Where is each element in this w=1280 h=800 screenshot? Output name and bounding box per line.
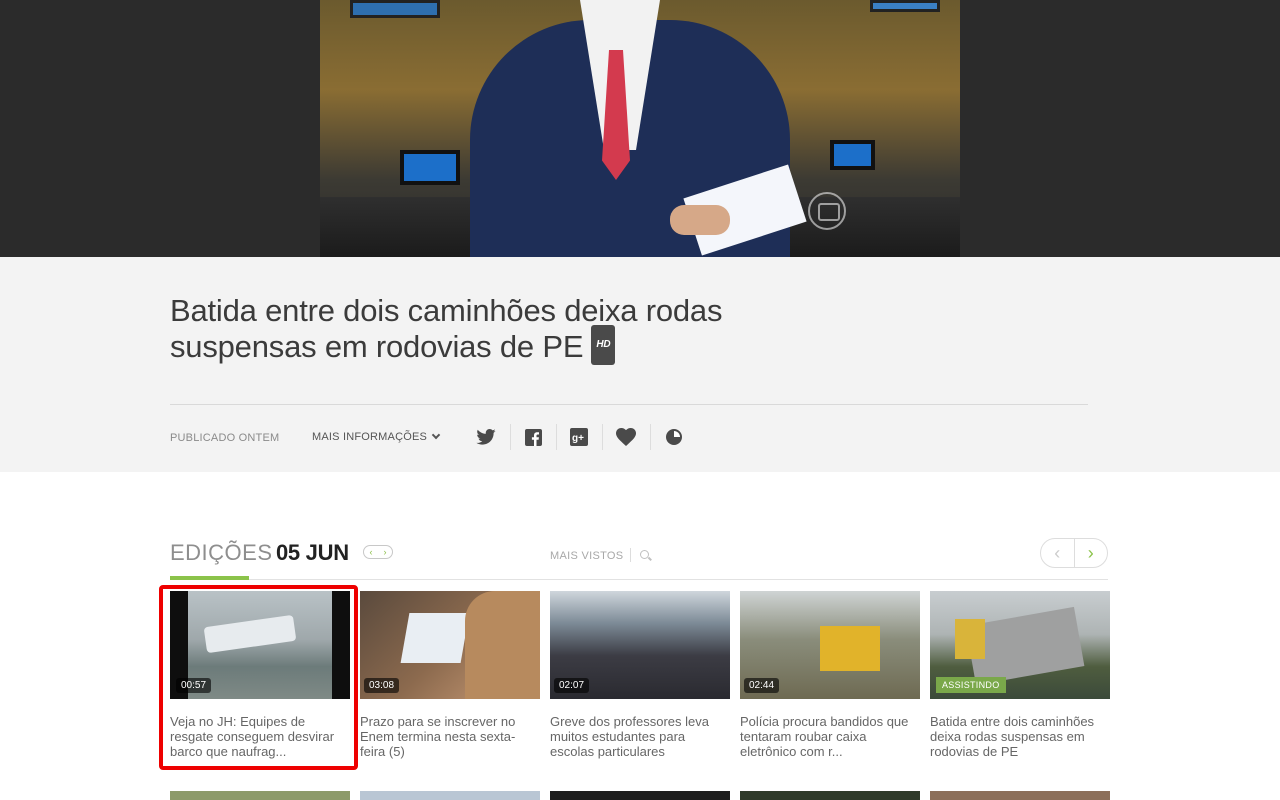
- globo-watermark-icon: [808, 192, 846, 230]
- date-pager[interactable]: ‹ ›: [363, 545, 393, 559]
- video-thumbnail: 02:44: [740, 591, 920, 699]
- video-thumbnail: 02:07: [550, 591, 730, 699]
- twitter-share-button[interactable]: [472, 422, 500, 452]
- carousel-nav: ‹ ›: [1040, 538, 1108, 568]
- chevron-down-icon: [431, 430, 441, 440]
- chevron-right-icon[interactable]: ›: [384, 547, 387, 557]
- video-thumbnail[interactable]: [740, 791, 920, 800]
- watching-badge: ASSISTINDO: [936, 677, 1006, 693]
- divider: [510, 424, 511, 450]
- video-card-title: Batida entre dois caminhões deixa rodas …: [930, 714, 1095, 759]
- favorite-button[interactable]: [612, 422, 640, 452]
- watch-later-button[interactable]: [660, 422, 688, 452]
- divider: [170, 579, 1108, 580]
- video-card-title: Polícia procura bandidos que tentaram ro…: [740, 714, 909, 759]
- background-screen: [870, 0, 940, 12]
- video-card[interactable]: 03:08 Prazo para se inscrever no Enem te…: [360, 591, 540, 759]
- google-plus-share-button[interactable]: g+: [565, 422, 593, 452]
- hd-badge: HD: [591, 325, 616, 365]
- edition-date: 05 JUN: [276, 540, 349, 565]
- background-monitor: [830, 140, 875, 170]
- carousel-prev-button[interactable]: ‹: [1041, 539, 1074, 567]
- most-viewed-tab[interactable]: MAIS VISTOS: [550, 550, 623, 562]
- facebook-share-button[interactable]: [519, 422, 547, 452]
- duration-badge: 00:57: [176, 678, 212, 693]
- video-thumbnail: 03:08: [360, 591, 540, 699]
- video-card[interactable]: 00:57 Veja no JH: Equipes de resgate con…: [170, 591, 350, 759]
- divider: [630, 548, 631, 562]
- video-card-title: Greve dos professores leva muitos estuda…: [550, 714, 709, 759]
- divider: [650, 424, 651, 450]
- facebook-icon: [524, 428, 542, 446]
- twitter-icon: [476, 429, 496, 445]
- video-card-title: Veja no JH: Equipes de resgate conseguem…: [170, 714, 335, 759]
- svg-text:g+: g+: [572, 433, 584, 444]
- video-thumbnail[interactable]: [360, 791, 540, 800]
- video-thumbnail: 00:57: [170, 591, 350, 699]
- video-card-title: Prazo para se inscrever no Enem termina …: [360, 714, 516, 759]
- video-title: Batida entre dois caminhões deixa rodas …: [170, 293, 723, 365]
- published-label: PUBLICADO ONTEM: [170, 432, 280, 444]
- duration-badge: 02:07: [554, 678, 590, 693]
- google-plus-icon: g+: [570, 428, 588, 446]
- search-icon[interactable]: [640, 550, 649, 559]
- video-thumbnail: ASSISTINDO: [930, 591, 1110, 699]
- video-card[interactable]: 02:44 Polícia procura bandidos que tenta…: [740, 591, 920, 759]
- carousel-next-button[interactable]: ›: [1073, 539, 1108, 567]
- chevron-left-icon[interactable]: ‹: [370, 547, 373, 557]
- editions-label: EDIÇÕES: [170, 540, 273, 565]
- divider: [556, 424, 557, 450]
- background-monitor: [400, 150, 460, 185]
- duration-badge: 02:44: [744, 678, 780, 693]
- heart-icon: [616, 428, 636, 446]
- active-tab-indicator: [170, 576, 249, 580]
- video-card[interactable]: 02:07 Greve dos professores leva muitos …: [550, 591, 730, 759]
- duration-badge: 03:08: [364, 678, 400, 693]
- video-thumbnail[interactable]: [930, 791, 1110, 800]
- more-info-dropdown[interactable]: MAIS INFORMAÇÕES: [312, 430, 441, 443]
- divider: [602, 424, 603, 450]
- clock-icon: [666, 429, 682, 445]
- divider: [170, 404, 1088, 405]
- news-anchor: [470, 0, 807, 257]
- video-card[interactable]: ASSISTINDO Batida entre dois caminhões d…: [930, 591, 1110, 759]
- video-thumbnail[interactable]: [170, 791, 350, 800]
- background-screen: [350, 0, 440, 18]
- video-thumbnail[interactable]: [550, 791, 730, 800]
- video-player[interactable]: [320, 0, 960, 257]
